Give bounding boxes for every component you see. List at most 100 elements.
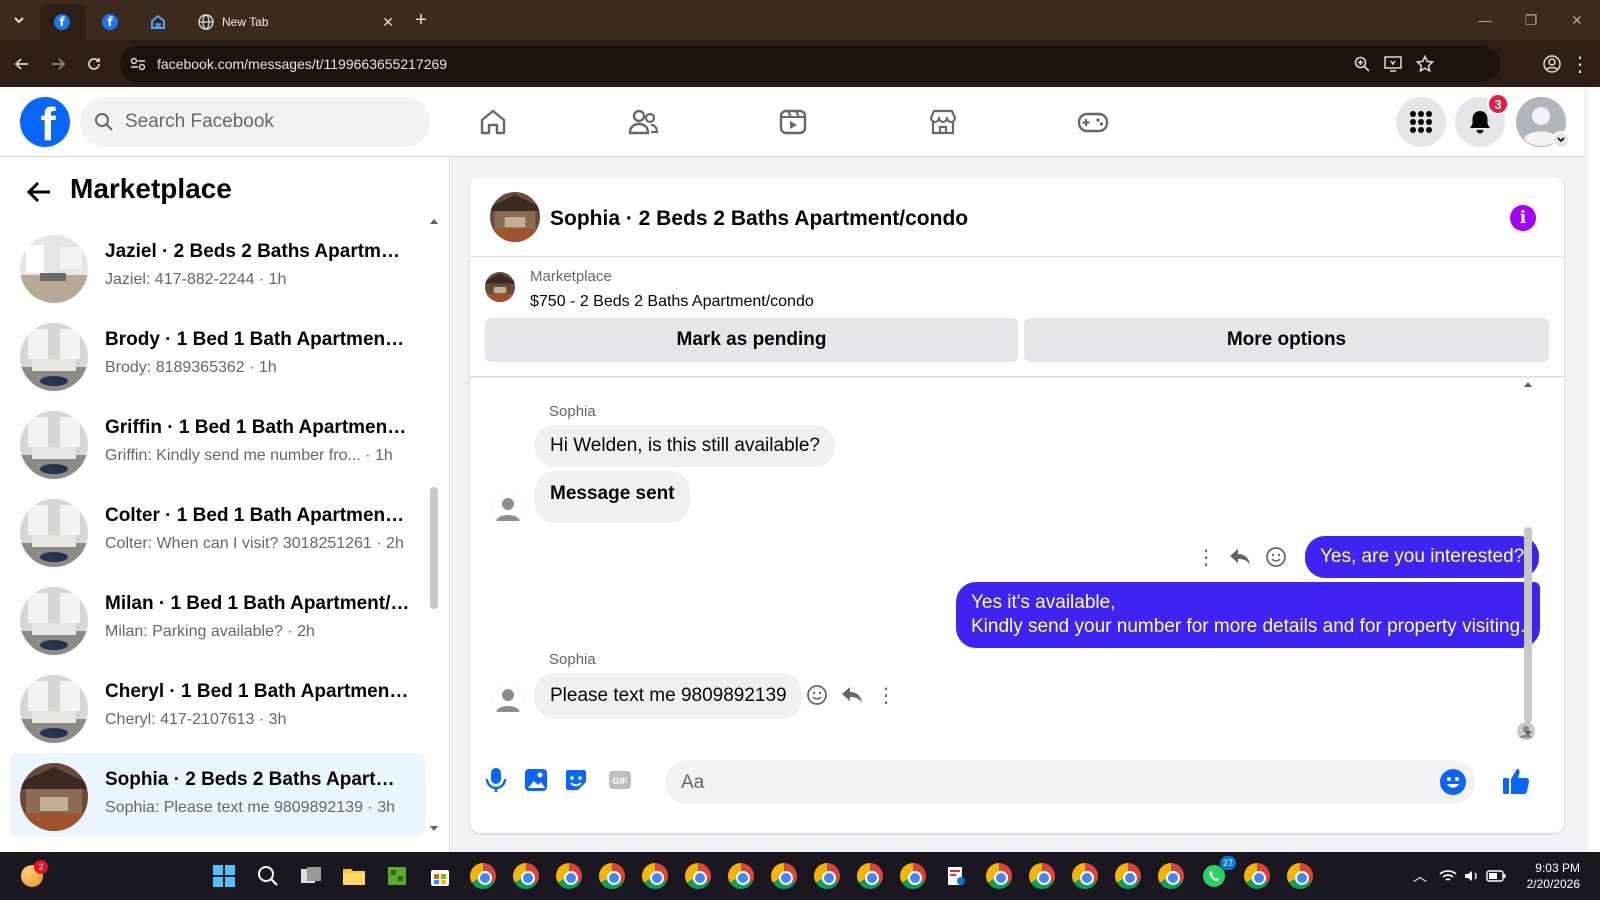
chrome-icon[interactable] bbox=[1284, 860, 1316, 892]
react-emoji-icon[interactable] bbox=[1264, 545, 1288, 569]
new-tab-button[interactable]: + bbox=[408, 7, 434, 33]
message-bubble-outgoing[interactable]: Yes it's available, Kindly send your num… bbox=[956, 582, 1541, 648]
search-input[interactable]: Search Facebook bbox=[80, 97, 430, 147]
chrome-icon[interactable] bbox=[811, 860, 843, 892]
friends-icon[interactable] bbox=[620, 99, 666, 145]
account-avatar-button[interactable] bbox=[1516, 97, 1570, 149]
chat-scrollbar-thumb[interactable] bbox=[1524, 527, 1532, 723]
sticker-icon[interactable] bbox=[562, 766, 590, 794]
scroll-up-icon[interactable] bbox=[429, 217, 439, 225]
tab-close-icon[interactable]: ✕ bbox=[382, 14, 394, 31]
chrome-icon[interactable] bbox=[983, 860, 1015, 892]
message-input[interactable]: Aa bbox=[665, 760, 1475, 804]
chrome-icon[interactable] bbox=[1241, 860, 1273, 892]
whatsapp-icon[interactable]: 27 bbox=[1198, 856, 1236, 892]
start-menu-icon[interactable] bbox=[208, 860, 240, 892]
thumbs-up-icon[interactable] bbox=[1501, 766, 1531, 796]
chrome-icon[interactable] bbox=[1026, 860, 1058, 892]
scroll-down-icon[interactable] bbox=[1523, 730, 1533, 738]
photo-icon[interactable] bbox=[522, 766, 550, 794]
maximize-button[interactable]: ❐ bbox=[1508, 0, 1554, 40]
sidebar-scrollbar-thumb[interactable] bbox=[430, 487, 438, 609]
video-icon[interactable] bbox=[770, 99, 816, 145]
more-actions-icon[interactable]: ⋮ bbox=[874, 683, 898, 707]
chrome-icon[interactable] bbox=[768, 860, 800, 892]
marketplace-icon[interactable] bbox=[920, 99, 966, 145]
forward-button[interactable] bbox=[46, 52, 70, 76]
conversation-item-selected[interactable]: Sophia · 2 Beds 2 Baths Apartme... Sophi… bbox=[10, 753, 425, 837]
taskbar-search-icon[interactable] bbox=[252, 860, 284, 892]
message-bubble-incoming[interactable]: Message sent bbox=[535, 471, 690, 523]
conversation-item[interactable]: Jaziel · 2 Beds 2 Baths Apartmen... Jazi… bbox=[10, 225, 425, 309]
conversation-item[interactable]: Brody · 1 Bed 1 Bath Apartment/... Brody… bbox=[10, 313, 425, 397]
chrome-icon[interactable] bbox=[596, 860, 628, 892]
chrome-icon[interactable] bbox=[553, 860, 585, 892]
profile-icon[interactable] bbox=[1540, 52, 1564, 76]
conversation-item[interactable]: Colter · 1 Bed 1 Bath Apartment/... Colt… bbox=[10, 489, 425, 573]
conversation-item[interactable]: Cheryl · 1 Bed 1 Bath Apartment/... Cher… bbox=[10, 665, 425, 749]
minimize-button[interactable]: — bbox=[1462, 0, 1508, 40]
conversation-item[interactable]: Milan · 1 Bed 1 Bath Apartment/c... Mila… bbox=[10, 577, 425, 661]
zoom-icon[interactable] bbox=[1354, 56, 1370, 72]
microsoft-store-icon[interactable] bbox=[424, 860, 456, 892]
scroll-down-icon[interactable] bbox=[429, 825, 439, 833]
back-arrow-icon[interactable] bbox=[26, 179, 52, 205]
conversation-item[interactable]: Griffin · 1 Bed 1 Bath Apartment/... Gri… bbox=[10, 401, 425, 485]
contact-avatar[interactable] bbox=[491, 682, 525, 716]
more-actions-icon[interactable]: ⋮ bbox=[1194, 545, 1218, 569]
facebook-logo-icon[interactable]: f bbox=[20, 97, 70, 147]
chrome-icon[interactable] bbox=[897, 860, 929, 892]
tab-zillow[interactable] bbox=[136, 4, 182, 40]
chrome-icon[interactable] bbox=[854, 860, 886, 892]
address-bar[interactable]: facebook.com/messages/t/1199663655217269 bbox=[120, 46, 1500, 82]
notifications-button[interactable]: 3 bbox=[1455, 93, 1509, 147]
tab-facebook-messages[interactable]: f bbox=[40, 4, 86, 40]
menu-grid-button[interactable] bbox=[1396, 97, 1446, 147]
reply-icon[interactable] bbox=[840, 683, 864, 707]
tab-new-tab[interactable]: New Tab ✕ bbox=[184, 4, 404, 40]
react-emoji-icon[interactable] bbox=[805, 683, 829, 707]
chevron-down-icon[interactable] bbox=[1552, 131, 1570, 149]
chrome-icon[interactable] bbox=[725, 860, 757, 892]
clock[interactable]: 9:03 PM 2/20/2026 bbox=[1527, 860, 1580, 892]
page-scrollbar[interactable] bbox=[1588, 87, 1600, 852]
info-icon[interactable]: i bbox=[1510, 205, 1536, 231]
site-info-icon[interactable] bbox=[130, 57, 146, 71]
reload-button[interactable] bbox=[82, 52, 106, 76]
home-icon[interactable] bbox=[470, 99, 516, 145]
emoji-icon[interactable] bbox=[1439, 768, 1467, 796]
listing-thumbnail[interactable] bbox=[485, 272, 515, 302]
chrome-icon[interactable] bbox=[1112, 860, 1144, 892]
message-bubble-outgoing[interactable]: Yes, are you interested? bbox=[1305, 536, 1540, 578]
chat-avatar[interactable] bbox=[490, 192, 540, 242]
file-explorer-icon[interactable] bbox=[338, 860, 370, 892]
reply-icon[interactable] bbox=[1228, 545, 1252, 569]
chrome-icon[interactable] bbox=[1069, 860, 1101, 892]
chrome-icon[interactable] bbox=[510, 860, 542, 892]
battery-icon[interactable] bbox=[1480, 860, 1512, 892]
weather-widget-icon[interactable]: 2 bbox=[16, 860, 48, 892]
install-app-icon[interactable] bbox=[1384, 56, 1402, 72]
tab-facebook-2[interactable]: f bbox=[88, 4, 134, 40]
minecraft-icon[interactable] bbox=[381, 860, 413, 892]
close-window-button[interactable]: ✕ bbox=[1554, 0, 1600, 40]
scroll-up-icon[interactable] bbox=[1523, 380, 1533, 388]
chat-title[interactable]: Sophia · 2 Beds 2 Baths Apartment/condo bbox=[550, 207, 968, 231]
more-options-button[interactable]: More options bbox=[1024, 318, 1549, 362]
back-button[interactable] bbox=[10, 52, 34, 76]
message-bubble-incoming[interactable]: Hi Welden, is this still available? bbox=[535, 425, 835, 467]
contact-avatar[interactable] bbox=[491, 491, 525, 525]
chrome-icon[interactable] bbox=[467, 860, 499, 892]
gif-icon[interactable]: GIF bbox=[606, 766, 634, 794]
tab-search-dropdown-icon[interactable] bbox=[6, 7, 32, 33]
listing-title[interactable]: $750 - 2 Beds 2 Baths Apartment/condo bbox=[530, 293, 814, 311]
gaming-icon[interactable] bbox=[1070, 99, 1116, 145]
browser-menu-icon[interactable]: ⋮ bbox=[1568, 52, 1592, 76]
chrome-icon[interactable] bbox=[1155, 860, 1187, 892]
message-bubble-incoming[interactable]: Please text me 9809892139 bbox=[535, 673, 802, 719]
microphone-icon[interactable] bbox=[482, 766, 510, 794]
chrome-icon[interactable] bbox=[682, 860, 714, 892]
task-view-icon[interactable] bbox=[295, 860, 327, 892]
chrome-icon[interactable] bbox=[639, 860, 671, 892]
mark-as-pending-button[interactable]: Mark as pending bbox=[485, 318, 1018, 362]
